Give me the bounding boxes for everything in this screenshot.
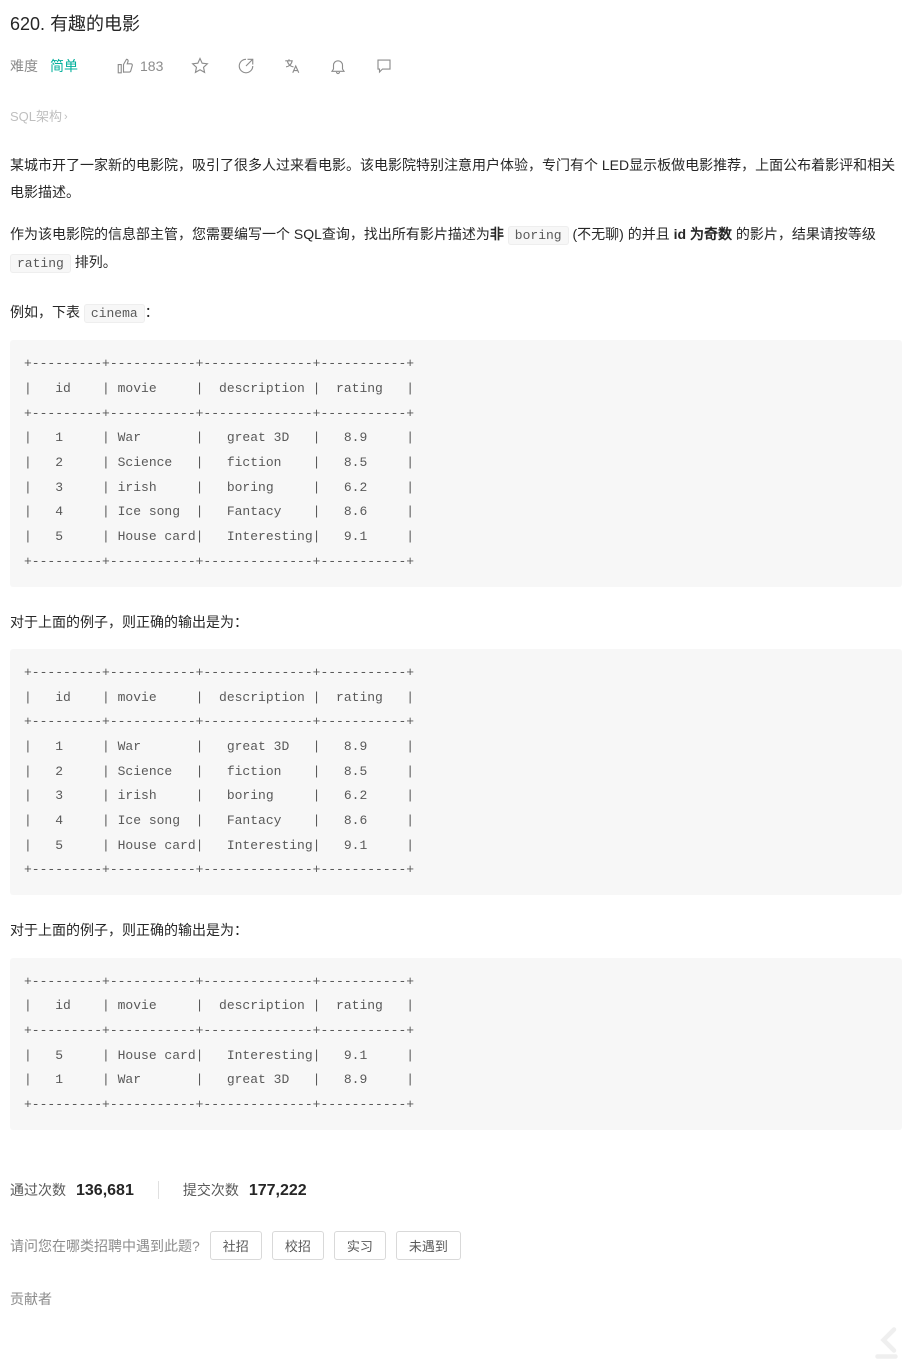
survey-option-social[interactable]: 社招 (210, 1231, 262, 1260)
inline-code-boring: boring (508, 226, 569, 245)
problem-toolbar: 难度 简单 183 (10, 51, 902, 81)
inline-code-cinema: cinema (84, 304, 145, 323)
output-label-1: 对于上面的例子，则正确的输出是为： (10, 611, 902, 633)
like-count: 183 (140, 55, 163, 77)
share-icon (237, 57, 255, 75)
survey-option-none[interactable]: 未遇到 (396, 1231, 461, 1260)
contributors-label: 贡献者 (10, 1288, 902, 1310)
example-table-input: +---------+-----------+--------------+--… (10, 340, 902, 586)
submissions-label: 提交次数 (183, 1179, 239, 1201)
problem-number: 620. (10, 14, 45, 34)
example-intro: 例如，下表 cinema： (10, 301, 902, 325)
problem-stats: 通过次数 136,681 提交次数 177,222 (10, 1178, 902, 1204)
notification-button[interactable] (319, 53, 357, 79)
share-button[interactable] (227, 53, 265, 79)
sql-schema-link[interactable]: SQL架构 › (10, 107, 68, 128)
leetcode-logo-icon (870, 1325, 906, 1361)
feedback-button[interactable] (365, 53, 403, 79)
stats-divider (158, 1181, 159, 1199)
survey-option-intern[interactable]: 实习 (334, 1231, 386, 1260)
like-button[interactable]: 183 (106, 51, 173, 81)
star-icon (191, 57, 209, 75)
problem-description: 某城市开了一家新的电影院，吸引了很多人过来看电影。该电影院特别注意用户体验，专门… (10, 152, 902, 277)
accepted-stat: 通过次数 136,681 (10, 1178, 134, 1204)
difficulty-label: 难度 (10, 55, 38, 77)
accepted-label: 通过次数 (10, 1179, 66, 1201)
favorite-button[interactable] (181, 53, 219, 79)
comment-icon (375, 57, 393, 75)
problem-title: 620. 有趣的电影 (10, 10, 902, 39)
thumbs-up-icon (116, 57, 134, 75)
example-table-output-1: +---------+-----------+--------------+--… (10, 649, 902, 895)
survey-option-campus[interactable]: 校招 (272, 1231, 324, 1260)
description-para-1: 某城市开了一家新的电影院，吸引了很多人过来看电影。该电影院特别注意用户体验，专门… (10, 152, 902, 205)
inline-code-rating: rating (10, 254, 71, 273)
bell-icon (329, 57, 347, 75)
translate-icon (283, 57, 301, 75)
translate-button[interactable] (273, 53, 311, 79)
survey-row: 请问您在哪类招聘中遇到此题? 社招 校招 实习 未遇到 (10, 1231, 902, 1260)
accepted-value: 136,681 (76, 1178, 134, 1204)
survey-label: 请问您在哪类招聘中遇到此题? (10, 1235, 200, 1257)
difficulty-value: 简单 (50, 55, 78, 77)
description-para-2: 作为该电影院的信息部主管，您需要编写一个 SQL查询，找出所有影片描述为非 bo… (10, 221, 902, 276)
output-label-2: 对于上面的例子，则正确的输出是为： (10, 919, 902, 941)
submissions-value: 177,222 (249, 1178, 307, 1204)
submissions-stat: 提交次数 177,222 (183, 1178, 307, 1204)
example-table-output-2: +---------+-----------+--------------+--… (10, 958, 902, 1130)
chevron-right-icon: › (64, 109, 68, 127)
problem-name: 有趣的电影 (50, 14, 140, 34)
sql-schema-label: SQL架构 (10, 107, 62, 128)
